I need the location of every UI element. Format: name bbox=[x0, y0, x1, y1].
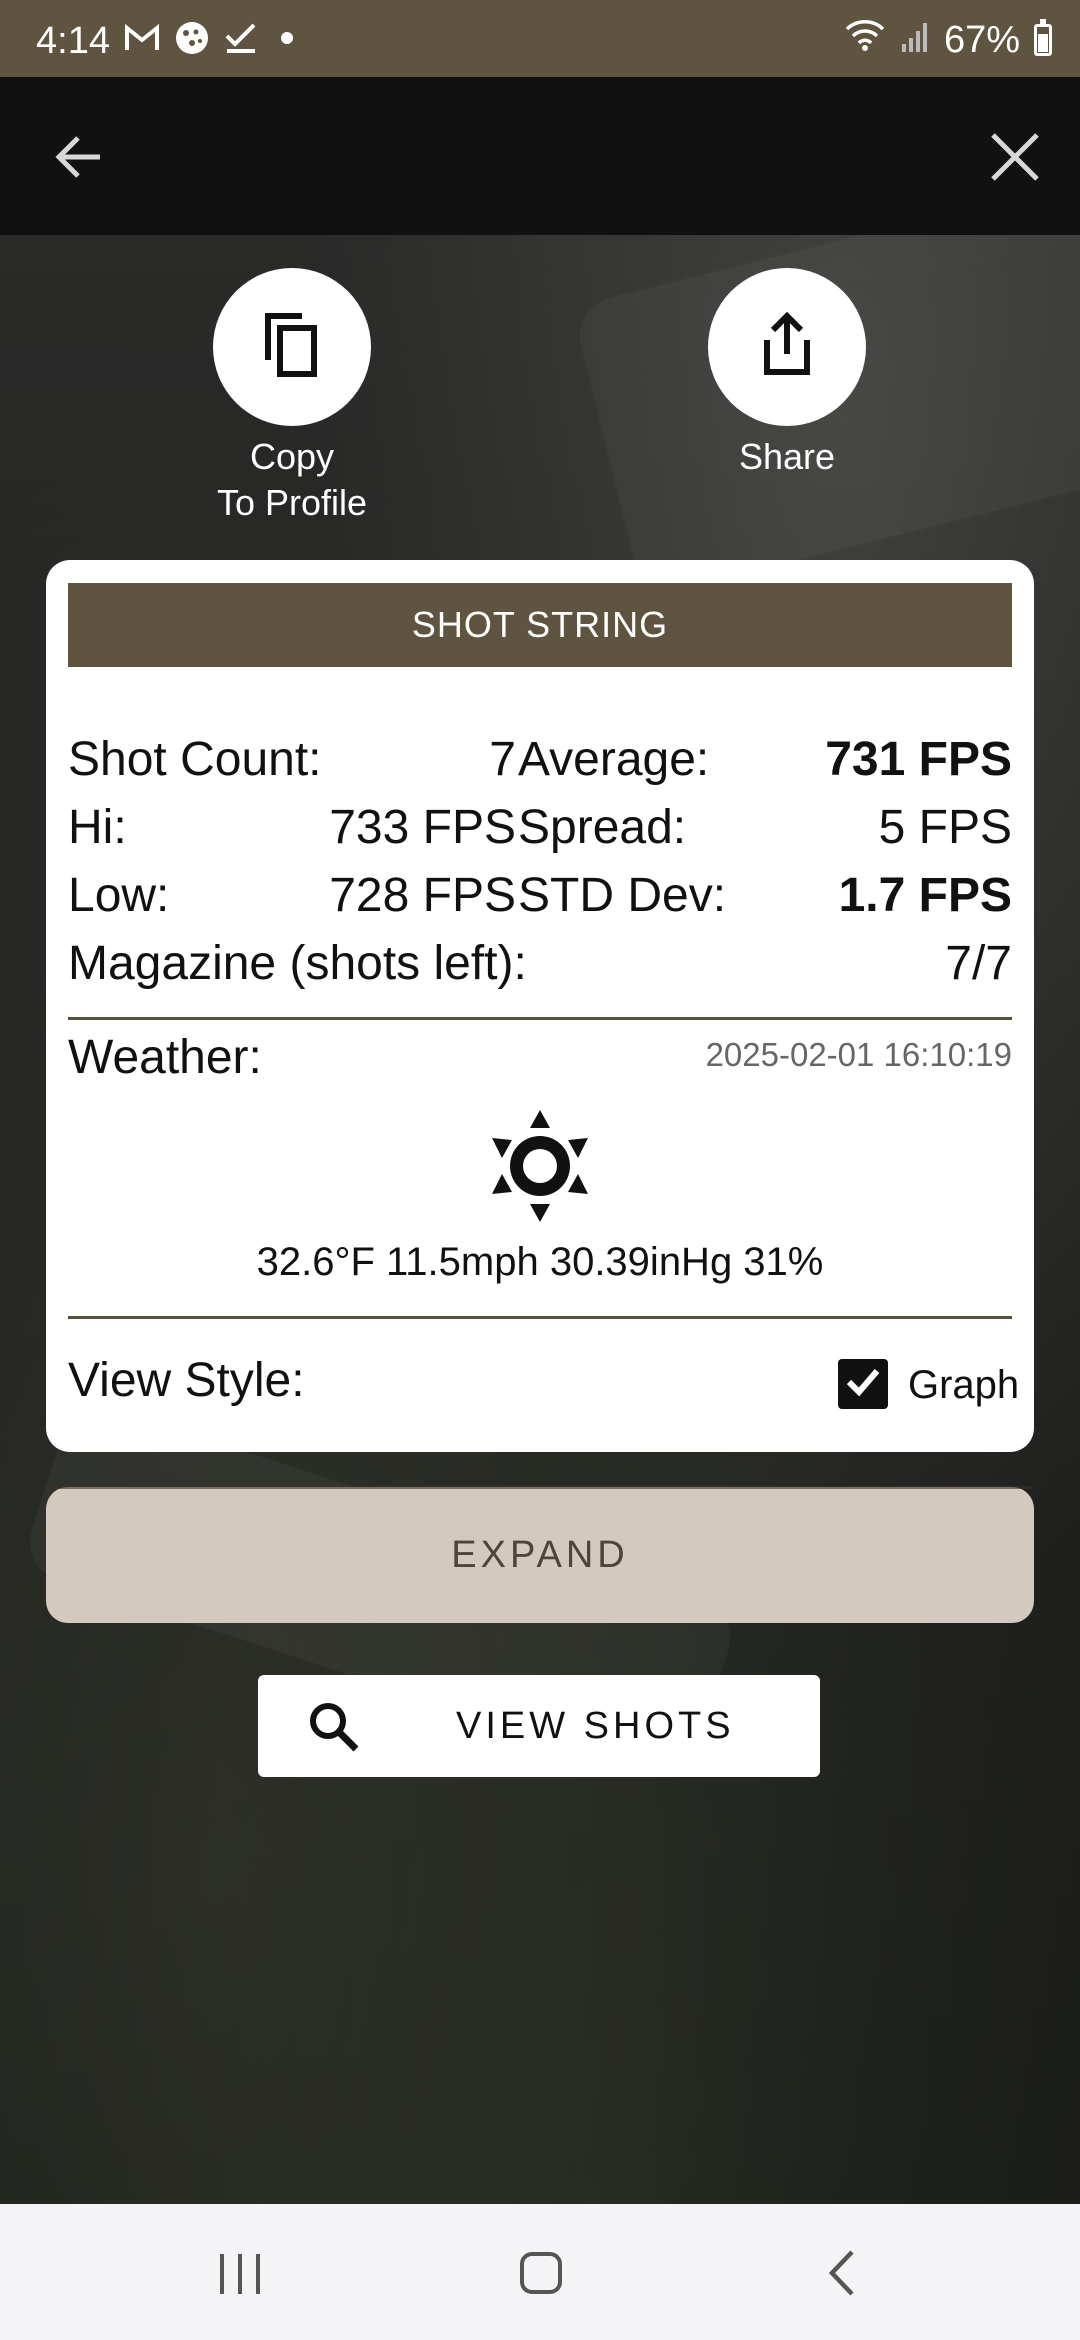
search-icon bbox=[306, 1699, 362, 1755]
graph-label[interactable]: Graph bbox=[908, 1363, 1019, 1408]
cookie-icon bbox=[174, 20, 210, 65]
checkmark-icon bbox=[843, 1362, 883, 1407]
view-style-label: View Style: bbox=[68, 1354, 305, 1407]
shot-count-label: Shot Count: bbox=[68, 733, 322, 786]
dot-icon bbox=[272, 23, 302, 62]
battery-percent: 67% bbox=[943, 18, 1020, 61]
low-label: Low: bbox=[68, 869, 170, 922]
share-button[interactable] bbox=[708, 268, 866, 426]
view-shots-label: VIEW SHOTS bbox=[456, 1705, 735, 1747]
average-label: Average: bbox=[518, 733, 710, 786]
share-icon bbox=[759, 311, 815, 383]
spread-value: 5 FPS bbox=[878, 801, 1012, 854]
chevron-left-icon[interactable] bbox=[826, 2248, 858, 2303]
view-shots-button[interactable]: VIEW SHOTS bbox=[258, 1675, 820, 1777]
gmail-icon bbox=[124, 23, 160, 62]
magazine-value: 7/7 bbox=[945, 937, 1012, 990]
expand-label: EXPAND bbox=[451, 1533, 629, 1576]
arrow-left-icon[interactable] bbox=[48, 127, 108, 187]
std-dev-value: 1.7 FPS bbox=[838, 869, 1012, 922]
card-title: SHOT STRING bbox=[68, 583, 1012, 667]
system-icons: 67% bbox=[844, 18, 1052, 62]
signal-icon bbox=[900, 19, 930, 62]
graph-checkbox[interactable] bbox=[838, 1359, 888, 1409]
share-action[interactable]: Share bbox=[637, 268, 937, 480]
battery-icon bbox=[1034, 19, 1052, 56]
hi-value: 733 FPS bbox=[329, 801, 516, 854]
copy-icon bbox=[260, 310, 324, 385]
checkmark-icon bbox=[224, 21, 258, 64]
weather-label: Weather: bbox=[68, 1031, 262, 1084]
weather-timestamp: 2025-02-01 16:10:19 bbox=[705, 1036, 1012, 1073]
copy-button[interactable] bbox=[213, 268, 371, 426]
weather-readings: 32.6°F 11.5mph 30.39inHg 31% bbox=[256, 1240, 824, 1284]
status-time: 4:14 bbox=[36, 20, 110, 62]
shot-string-card: SHOT STRING Shot Count: 7 Average: 731 F… bbox=[46, 560, 1034, 1452]
divider bbox=[68, 1316, 1012, 1319]
share-label: Share bbox=[738, 436, 836, 477]
std-dev-label: STD Dev: bbox=[518, 869, 727, 922]
sun-icon bbox=[490, 1108, 590, 1224]
expand-top-edge bbox=[46, 1486, 1034, 1489]
copy-to-profile-action[interactable]: Copy To Profile bbox=[142, 268, 442, 526]
magazine-label: Magazine (shots left): bbox=[68, 937, 527, 990]
average-value: 731 FPS bbox=[825, 733, 1012, 786]
expand-button[interactable]: EXPAND bbox=[46, 1487, 1034, 1623]
spread-label: Spread: bbox=[518, 801, 687, 854]
wifi-icon bbox=[844, 18, 886, 62]
home-icon[interactable] bbox=[520, 2252, 562, 2294]
system-navigation-bar bbox=[0, 2204, 1080, 2340]
hi-label: Hi: bbox=[68, 801, 127, 854]
low-value: 728 FPS bbox=[329, 869, 516, 922]
status-bar: 4:14 67% bbox=[0, 0, 1080, 77]
recents-icon[interactable] bbox=[218, 2252, 264, 2301]
top-toolbar bbox=[0, 77, 1080, 235]
close-icon[interactable] bbox=[985, 127, 1045, 187]
copy-label: Copy To Profile bbox=[216, 436, 368, 523]
notification-icons bbox=[124, 20, 302, 65]
divider bbox=[68, 1017, 1012, 1020]
shot-count-value: 7 bbox=[489, 733, 516, 786]
